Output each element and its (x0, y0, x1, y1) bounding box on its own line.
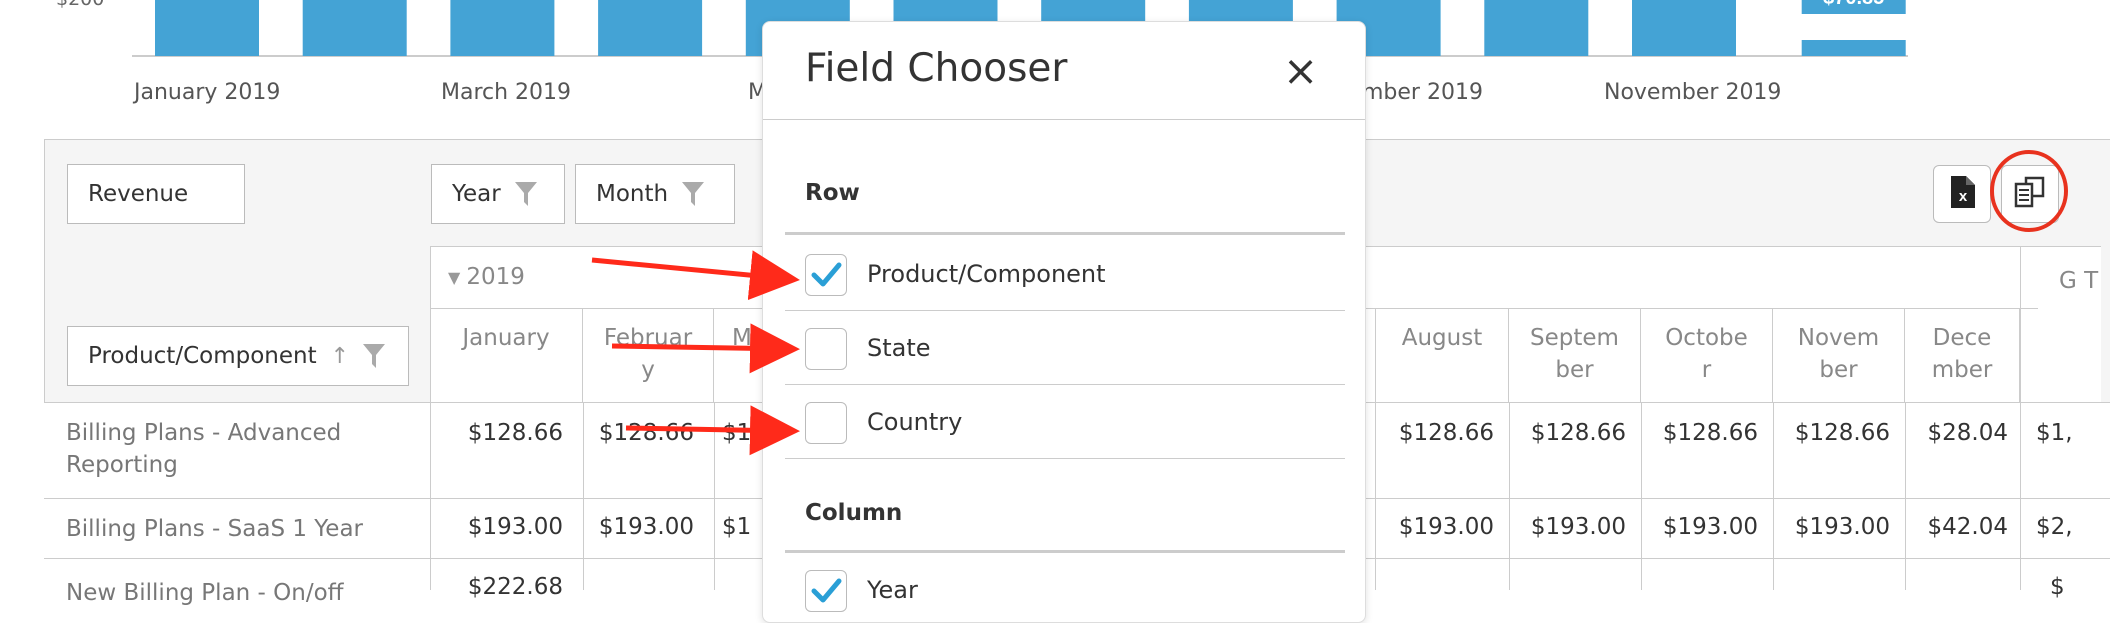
annotation-overlay (591, 150, 2068, 456)
annotation-arrow (591, 250, 800, 301)
annotation-arrow (625, 405, 800, 456)
annotation-circle (1990, 150, 2068, 232)
annotation-arrow (611, 323, 800, 374)
